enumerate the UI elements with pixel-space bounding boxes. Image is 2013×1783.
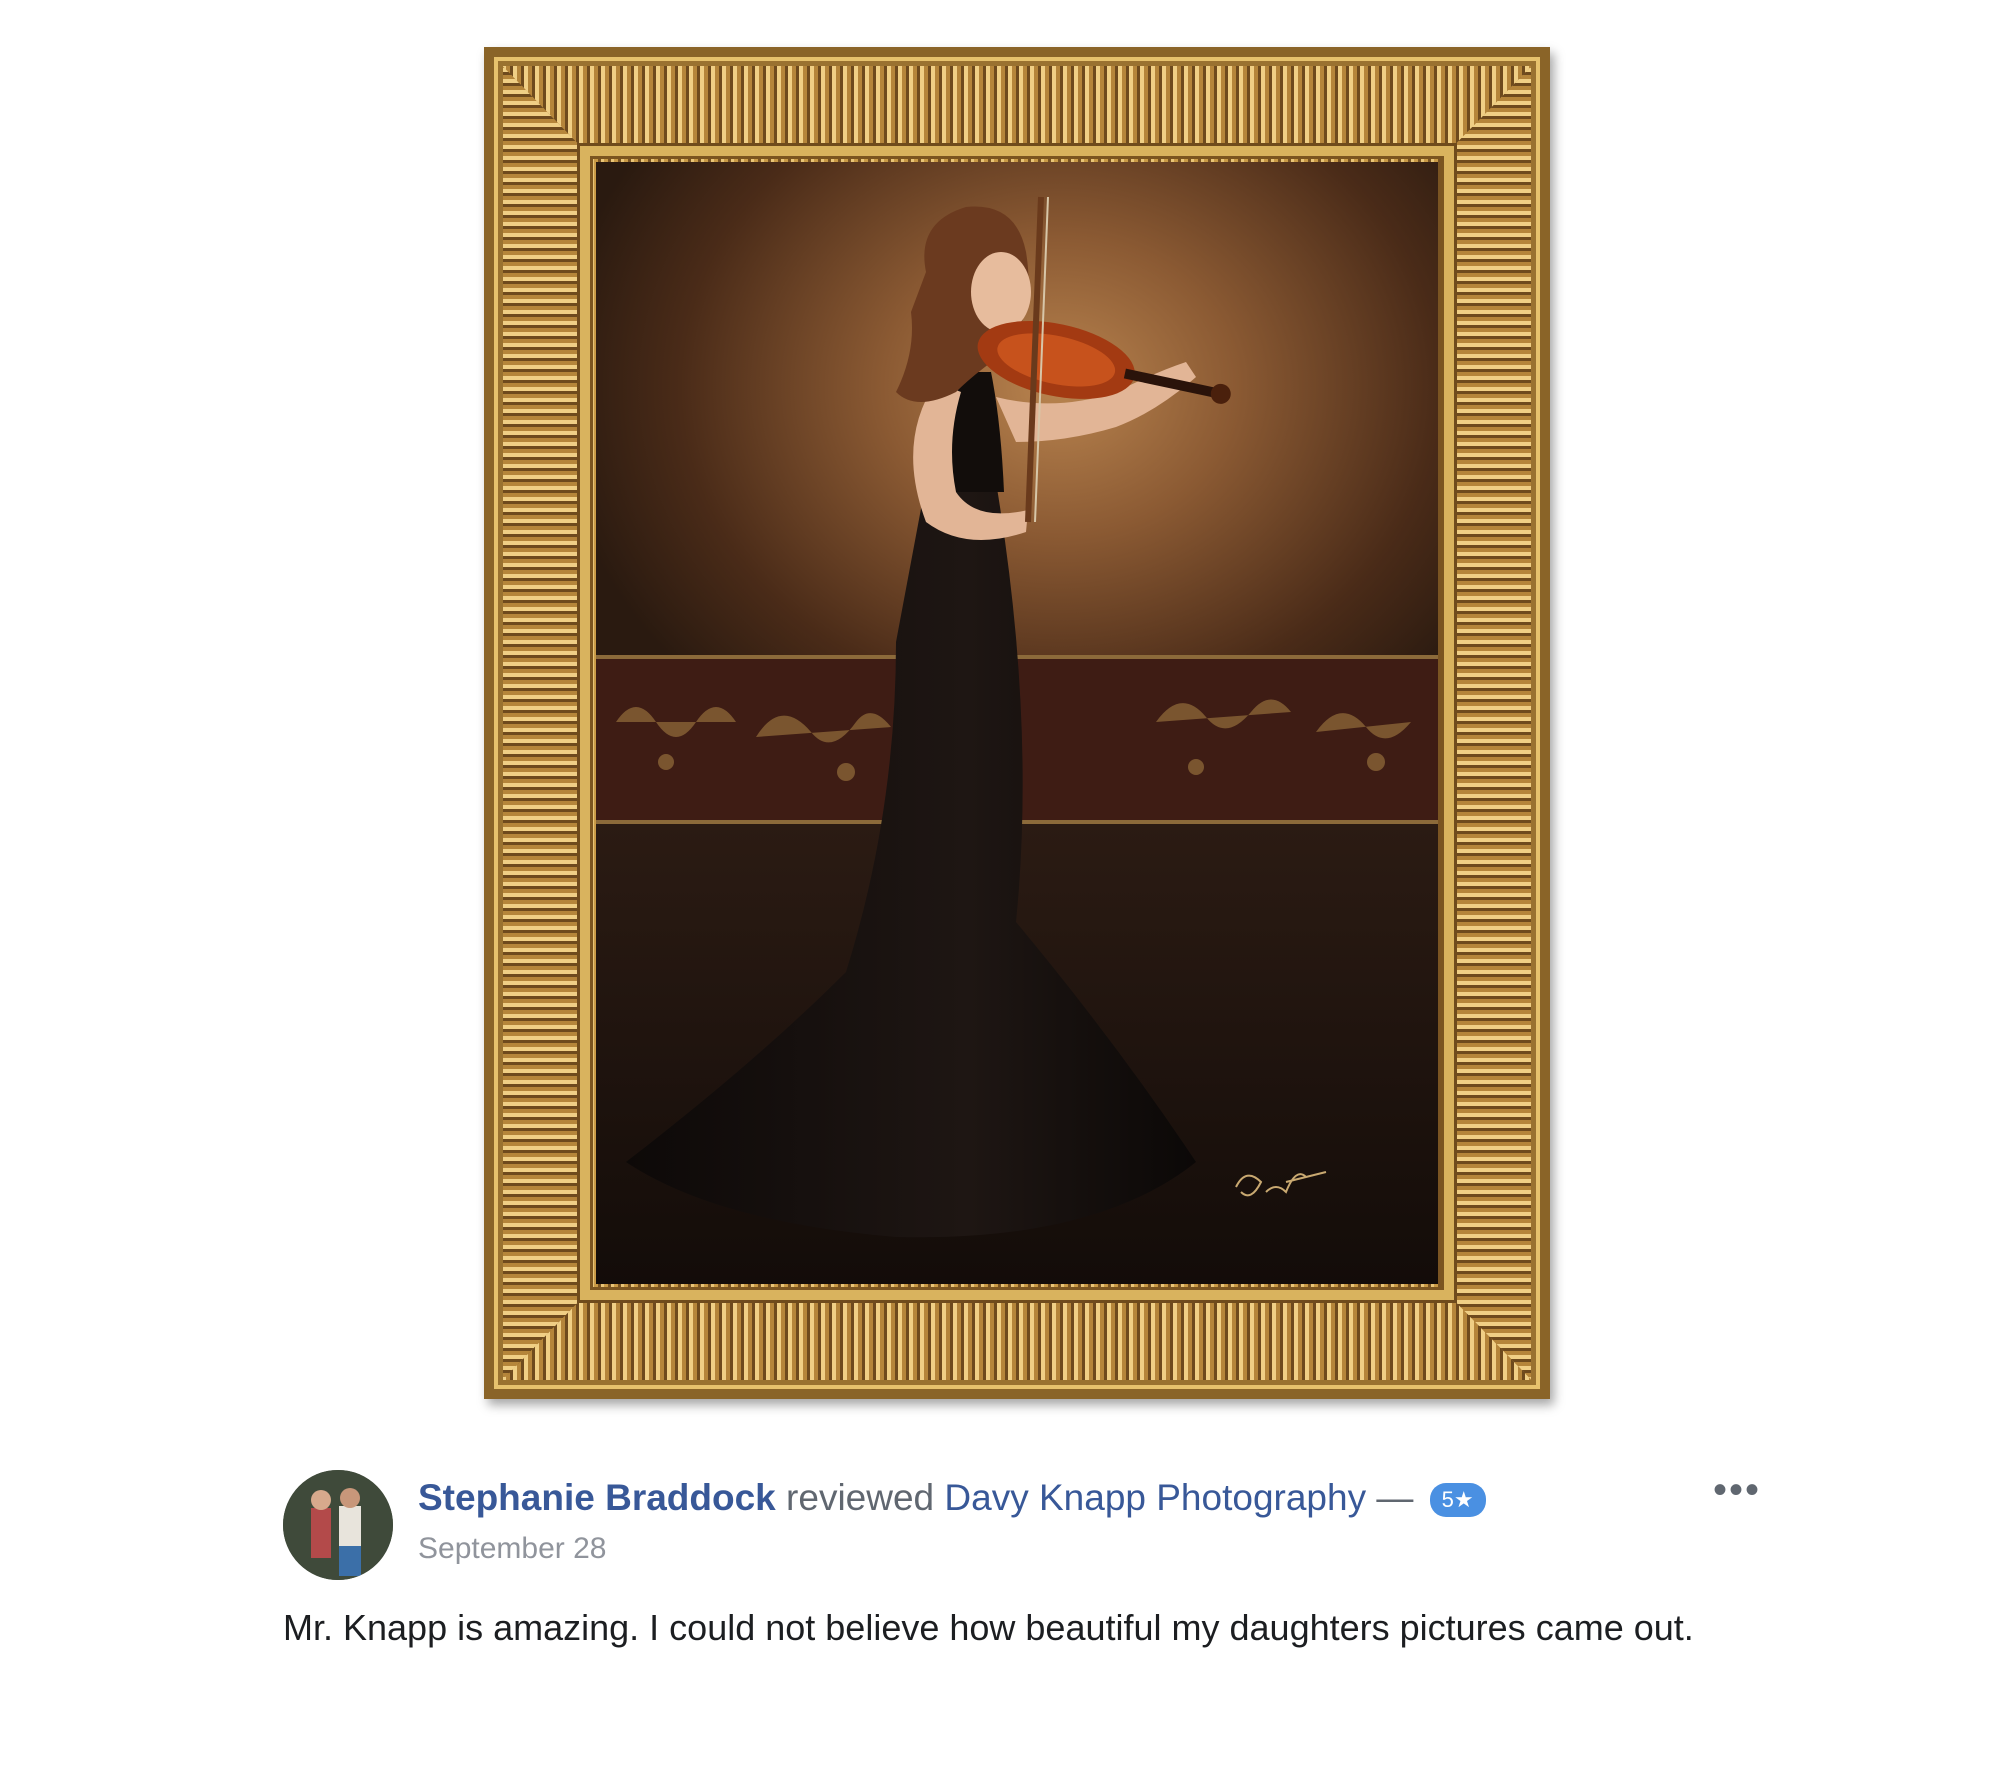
review-text: Mr. Knapp is amazing. I could not believ… [283,1607,1694,1648]
frame-top-molding [484,47,1550,156]
separator-dash: — [1376,1477,1414,1518]
user-avatar[interactable] [283,1470,393,1580]
violinist-painting [596,162,1438,1284]
page-name-link[interactable]: Davy Knapp Photography [944,1477,1366,1518]
frame-bottom-molding [484,1290,1550,1399]
more-options-icon[interactable]: ••• [1713,1470,1761,1510]
rating-badge: 5★ [1429,1483,1486,1517]
review-verb: reviewed [786,1477,935,1518]
review-date[interactable]: September 28 [418,1532,606,1566]
framed-portrait [484,47,1550,1399]
frame-left-molding [484,47,590,1399]
reviewer-name-link[interactable]: Stephanie Braddock [418,1477,776,1518]
painting-illustration [596,196,1438,1284]
review-header: Stephanie Braddock reviewed Davy Knapp P… [418,1474,1486,1522]
avatar-photo-icon [283,1470,393,1580]
frame-right-molding [1444,47,1550,1399]
